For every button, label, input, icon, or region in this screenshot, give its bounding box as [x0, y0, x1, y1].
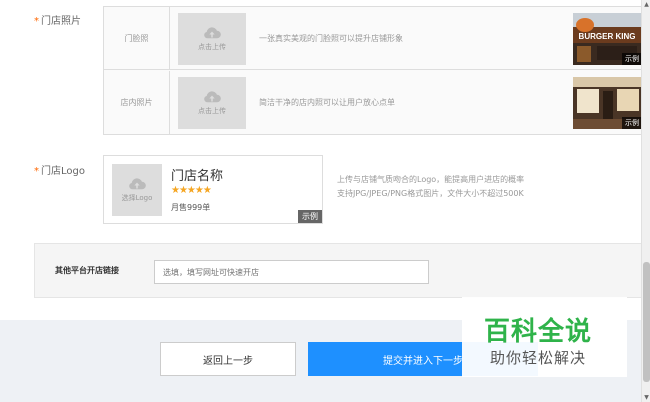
required-mark: * [34, 16, 39, 27]
scroll-down-arrow-icon[interactable]: ▼ [642, 393, 650, 402]
photo-row-storefront: 门脸照 点击上传 一张真实美观的门脸照可以提升店铺形象 BURGER KING [104, 7, 642, 70]
store-photos-label: * 门店照片 [34, 16, 81, 27]
watermark-subtitle: 助你轻松解决 [490, 349, 587, 367]
photo-row-interior: 店内照片 点击上传 简洁干净的店内照可以让用户放心点单 示例 [104, 71, 642, 134]
store-logo-card: 选择Logo 门店名称 ★★★★★ 月售999单 示例 [103, 155, 323, 224]
interior-upload-button[interactable]: 点击上传 [178, 77, 246, 129]
other-platform-url-input[interactable] [154, 260, 429, 284]
watermark-title: 百科全说 [484, 317, 593, 347]
store-info-page: * 门店照片 门脸照 点击上传 一张真实美观的门脸照可以提升店铺形象 BURGE… [0, 0, 650, 402]
row-description: 一张真实美观的门脸照可以提升店铺形象 [259, 33, 403, 43]
row-name: 门脸照 [104, 7, 170, 69]
required-mark: * [34, 166, 39, 177]
select-logo-label: 选择Logo [121, 193, 153, 202]
vertical-scrollbar[interactable]: ▲ ▼ [641, 0, 650, 402]
upload-label: 点击上传 [198, 106, 226, 115]
scrollbar-thumb[interactable] [643, 262, 650, 382]
back-button[interactable]: 返回上一步 [160, 342, 296, 376]
other-platform-label: 其他平台开店链接 [55, 266, 119, 275]
store-photos-table: 门脸照 点击上传 一张真实美观的门脸照可以提升店铺形象 BURGER KING [103, 6, 643, 135]
row-description: 简洁干净的店内照可以让用户放心点单 [259, 98, 395, 107]
example-tag: 示例 [622, 53, 642, 65]
select-logo-button[interactable]: 选择Logo [112, 164, 162, 216]
preview-store-name: 门店名称 [171, 169, 224, 184]
cloud-upload-icon [204, 90, 221, 102]
logo-desc-line2: 支持JPG/JPEG/PNG格式图片，文件大小不超过500K [337, 189, 524, 198]
burger-king-sign: BURGER KING [579, 32, 636, 41]
upload-label: 点击上传 [198, 42, 226, 51]
scroll-up-arrow-icon[interactable]: ▲ [642, 0, 650, 9]
example-tag: 示例 [298, 210, 322, 223]
monthly-sales: 月售999单 [171, 203, 211, 212]
other-platform-section: 其他平台开店链接 [34, 243, 643, 298]
row-name: 店内照片 [104, 71, 170, 134]
interior-example-image[interactable]: 示例 [573, 77, 642, 129]
logo-desc-line1: 上传与店铺气质吻合的Logo，能提高用户进店的概率 [337, 175, 525, 184]
example-tag: 示例 [622, 117, 642, 129]
store-logo-label: * 门店Logo [34, 166, 85, 177]
cloud-upload-icon [204, 26, 221, 38]
storefront-upload-button[interactable]: 点击上传 [178, 13, 246, 65]
rating-stars: ★★★★★ [171, 185, 212, 196]
storefront-example-image[interactable]: BURGER KING 示例 [573, 13, 642, 65]
cloud-upload-icon [129, 177, 146, 189]
watermark: 百科全说 助你轻松解决 [462, 297, 627, 377]
